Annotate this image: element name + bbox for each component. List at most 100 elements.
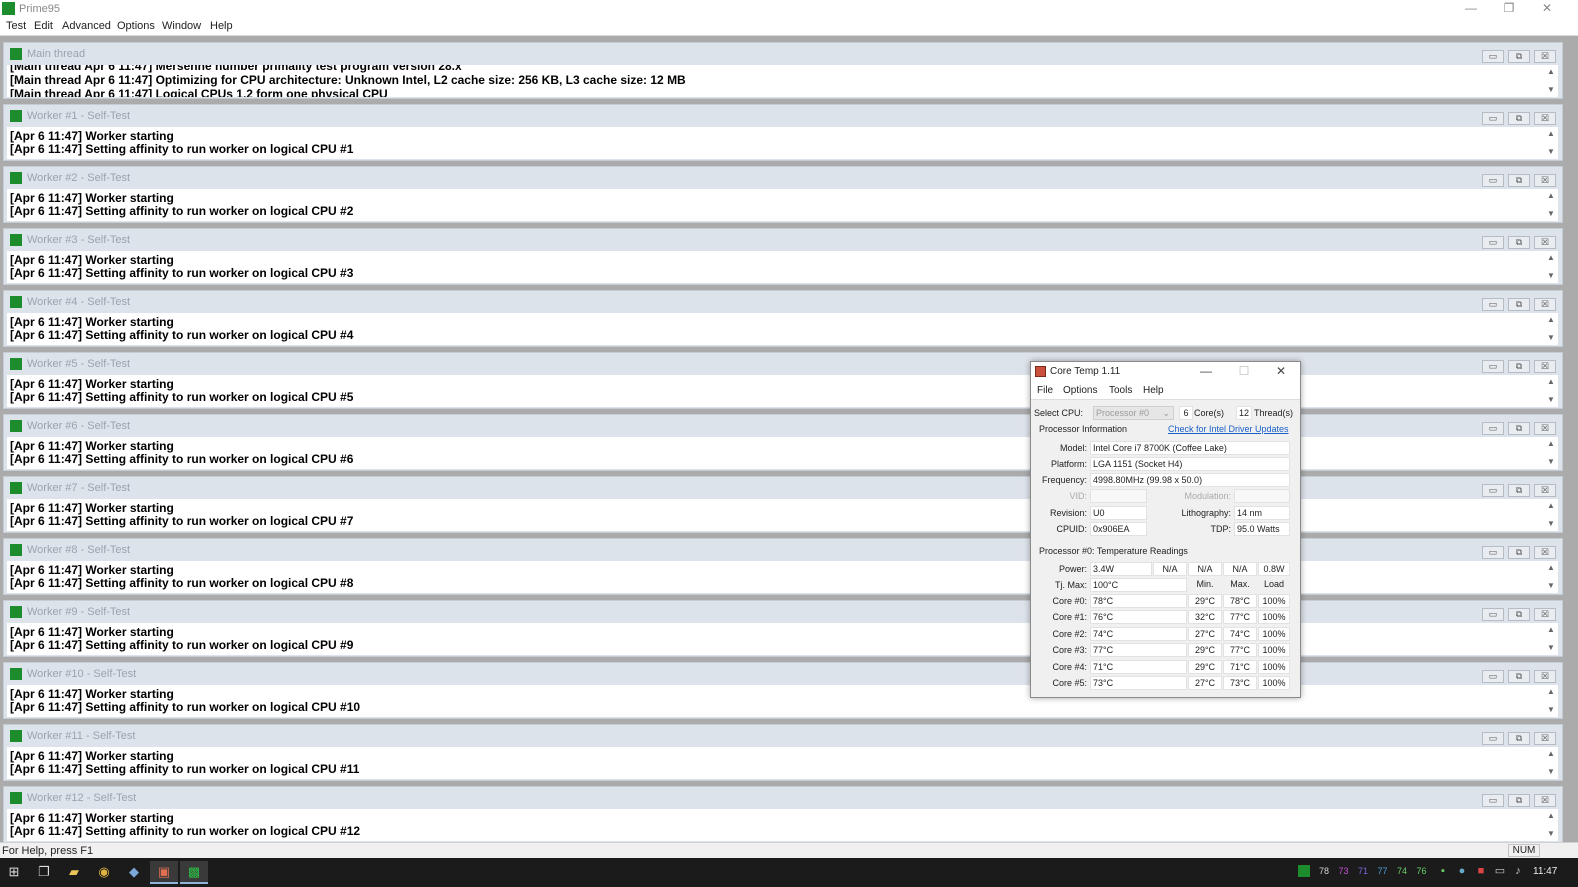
- child-minimize-button[interactable]: ▭: [1482, 484, 1504, 497]
- app-tray-icon[interactable]: ●: [1456, 865, 1468, 877]
- vertical-scrollbar[interactable]: ▲ ▼: [1544, 685, 1558, 717]
- worker-window[interactable]: Worker #7 - Self-Test ▭ ⧉ ☒ [Apr 6 11:47] Wo…: [3, 476, 1563, 533]
- scroll-down-icon[interactable]: ▼: [1547, 271, 1555, 280]
- coretemp-minimize-button[interactable]: —: [1195, 364, 1217, 378]
- file-explorer-icon[interactable]: ▰: [60, 861, 88, 884]
- vertical-scrollbar[interactable]: ▲ ▼: [1544, 375, 1558, 407]
- vertical-scrollbar[interactable]: ▲ ▼: [1544, 65, 1558, 97]
- driver-updates-link[interactable]: Check for Intel Driver Updates: [1168, 424, 1289, 434]
- minimize-button[interactable]: —: [1452, 0, 1490, 18]
- child-close-button[interactable]: ☒: [1534, 422, 1556, 435]
- vertical-scrollbar[interactable]: ▲ ▼: [1544, 561, 1558, 593]
- coretemp-icon[interactable]: ▣: [150, 861, 178, 884]
- log-text-area[interactable]: [Apr 6 11:47] Worker starting [Apr 6 11:4…: [7, 251, 1558, 283]
- vertical-scrollbar[interactable]: ▲ ▼: [1544, 809, 1558, 841]
- menu-window[interactable]: Window: [162, 20, 201, 32]
- vertical-scrollbar[interactable]: ▲ ▼: [1544, 499, 1558, 531]
- log-text-area[interactable]: [Apr 6 11:47] Worker starting [Apr 6 11:4…: [7, 189, 1558, 221]
- main-thread-window[interactable]: Main thread ▭ ⧉ ☒ [Main thread Apr 6 11:47…: [3, 42, 1563, 99]
- log-text-area[interactable]: [Apr 6 11:47] Worker starting [Apr 6 11:4…: [7, 685, 1558, 717]
- child-close-button[interactable]: ☒: [1534, 484, 1556, 497]
- child-close-button[interactable]: ☒: [1534, 112, 1556, 125]
- child-close-button[interactable]: ☒: [1534, 360, 1556, 373]
- child-minimize-button[interactable]: ▭: [1482, 732, 1504, 745]
- scroll-up-icon[interactable]: ▲: [1547, 811, 1555, 820]
- coretemp-close-button[interactable]: ✕: [1270, 364, 1292, 378]
- log-text-area[interactable]: [Apr 6 11:47] Worker starting [Apr 6 11:4…: [7, 127, 1558, 159]
- tray-core-temp[interactable]: 76: [1417, 866, 1427, 876]
- processor-select[interactable]: Processor #0 ⌄: [1093, 406, 1174, 420]
- log-text-area[interactable]: [Apr 6 11:47] Worker starting [Apr 6 11:4…: [7, 561, 1558, 593]
- worker-window[interactable]: Worker #11 - Self-Test ▭ ⧉ ☒ [Apr 6 11:47] W…: [3, 724, 1563, 781]
- app-icon[interactable]: ◆: [120, 861, 148, 884]
- task-view-icon[interactable]: ❐: [30, 861, 58, 884]
- menu-test[interactable]: Test: [6, 20, 26, 32]
- log-text-area[interactable]: [Apr 6 11:47] Worker starting [Apr 6 11:4…: [7, 313, 1558, 345]
- worker-window[interactable]: Worker #3 - Self-Test ▭ ⧉ ☒ [Apr 6 11:47] Wo…: [3, 228, 1563, 285]
- child-maximize-button[interactable]: ⧉: [1508, 670, 1530, 683]
- coretemp-menu-help[interactable]: Help: [1143, 385, 1164, 396]
- scroll-down-icon[interactable]: ▼: [1547, 519, 1555, 528]
- worker-window[interactable]: Worker #5 - Self-Test ▭ ⧉ ☒ [Apr 6 11:47] Wo…: [3, 352, 1563, 409]
- child-minimize-button[interactable]: ▭: [1482, 422, 1504, 435]
- child-minimize-button[interactable]: ▭: [1482, 360, 1504, 373]
- scroll-down-icon[interactable]: ▼: [1547, 767, 1555, 776]
- log-text-area[interactable]: [Apr 6 11:47] Worker starting [Apr 6 11:4…: [7, 437, 1558, 469]
- vertical-scrollbar[interactable]: ▲ ▼: [1544, 189, 1558, 221]
- vertical-scrollbar[interactable]: ▲ ▼: [1544, 747, 1558, 779]
- vertical-scrollbar[interactable]: ▲ ▼: [1544, 623, 1558, 655]
- tray-core-temp[interactable]: 73: [1339, 866, 1349, 876]
- monitor-tray-icon[interactable]: ▭: [1494, 865, 1506, 877]
- menu-advanced[interactable]: Advanced: [62, 20, 111, 32]
- menu-help[interactable]: Help: [210, 20, 233, 32]
- volume-icon[interactable]: ♪: [1512, 865, 1524, 877]
- child-maximize-button[interactable]: ⧉: [1508, 422, 1530, 435]
- scroll-up-icon[interactable]: ▲: [1547, 687, 1555, 696]
- worker-window[interactable]: Worker #4 - Self-Test ▭ ⧉ ☒ [Apr 6 11:47] Wo…: [3, 290, 1563, 347]
- child-close-button[interactable]: ☒: [1534, 50, 1556, 63]
- child-minimize-button[interactable]: ▭: [1482, 298, 1504, 311]
- start-icon[interactable]: ⊞: [0, 861, 28, 884]
- child-maximize-button[interactable]: ⧉: [1508, 174, 1530, 187]
- child-minimize-button[interactable]: ▭: [1482, 50, 1504, 63]
- worker-window[interactable]: Worker #1 - Self-Test ▭ ⧉ ☒ [Apr 6 11:47] Wo…: [3, 104, 1563, 161]
- coretemp-window[interactable]: Core Temp 1.11 — ☐ ✕ File Options Tools …: [1030, 361, 1301, 698]
- worker-window[interactable]: Worker #10 - Self-Test ▭ ⧉ ☒ [Apr 6 11:47] W…: [3, 662, 1563, 719]
- child-close-button[interactable]: ☒: [1534, 608, 1556, 621]
- chrome-icon[interactable]: ◉: [90, 861, 118, 884]
- scroll-down-icon[interactable]: ▼: [1547, 829, 1555, 838]
- log-text-area[interactable]: [Apr 6 11:47] Worker starting [Apr 6 11:4…: [7, 499, 1558, 531]
- worker-window[interactable]: Worker #8 - Self-Test ▭ ⧉ ☒ [Apr 6 11:47] Wo…: [3, 538, 1563, 595]
- scroll-up-icon[interactable]: ▲: [1547, 749, 1555, 758]
- scroll-up-icon[interactable]: ▲: [1547, 439, 1555, 448]
- coretemp-menu-options[interactable]: Options: [1063, 385, 1097, 396]
- restore-button[interactable]: ❐: [1490, 0, 1528, 18]
- worker-window[interactable]: Worker #9 - Self-Test ▭ ⧉ ☒ [Apr 6 11:47] Wo…: [3, 600, 1563, 657]
- scroll-down-icon[interactable]: ▼: [1547, 581, 1555, 590]
- vertical-scrollbar[interactable]: ▲ ▼: [1544, 251, 1558, 283]
- child-close-button[interactable]: ☒: [1534, 732, 1556, 745]
- child-maximize-button[interactable]: ⧉: [1508, 112, 1530, 125]
- child-close-button[interactable]: ☒: [1534, 794, 1556, 807]
- log-text-area[interactable]: [Apr 6 11:47] Worker starting [Apr 6 11:4…: [7, 747, 1558, 779]
- child-close-button[interactable]: ☒: [1534, 174, 1556, 187]
- scroll-down-icon[interactable]: ▼: [1547, 85, 1555, 94]
- clock[interactable]: 11:47: [1533, 866, 1557, 877]
- child-minimize-button[interactable]: ▭: [1482, 112, 1504, 125]
- child-close-button[interactable]: ☒: [1534, 236, 1556, 249]
- menu-options[interactable]: Options: [117, 20, 155, 32]
- scroll-down-icon[interactable]: ▼: [1547, 395, 1555, 404]
- log-text-area[interactable]: [Apr 6 11:47] Worker starting [Apr 6 11:4…: [7, 623, 1558, 655]
- child-minimize-button[interactable]: ▭: [1482, 608, 1504, 621]
- tray-core-temp[interactable]: 77: [1378, 866, 1388, 876]
- worker-window[interactable]: Worker #12 - Self-Test ▭ ⧉ ☒ [Apr 6 11:47] W…: [3, 786, 1563, 843]
- scroll-down-icon[interactable]: ▼: [1547, 457, 1555, 466]
- child-minimize-button[interactable]: ▭: [1482, 546, 1504, 559]
- prime95-tray-icon[interactable]: [1298, 865, 1310, 877]
- coretemp-menu-tools[interactable]: Tools: [1109, 385, 1132, 396]
- scroll-up-icon[interactable]: ▲: [1547, 377, 1555, 386]
- scroll-up-icon[interactable]: ▲: [1547, 129, 1555, 138]
- security-tray-icon[interactable]: ■: [1475, 865, 1487, 877]
- scroll-up-icon[interactable]: ▲: [1547, 253, 1555, 262]
- scroll-up-icon[interactable]: ▲: [1547, 191, 1555, 200]
